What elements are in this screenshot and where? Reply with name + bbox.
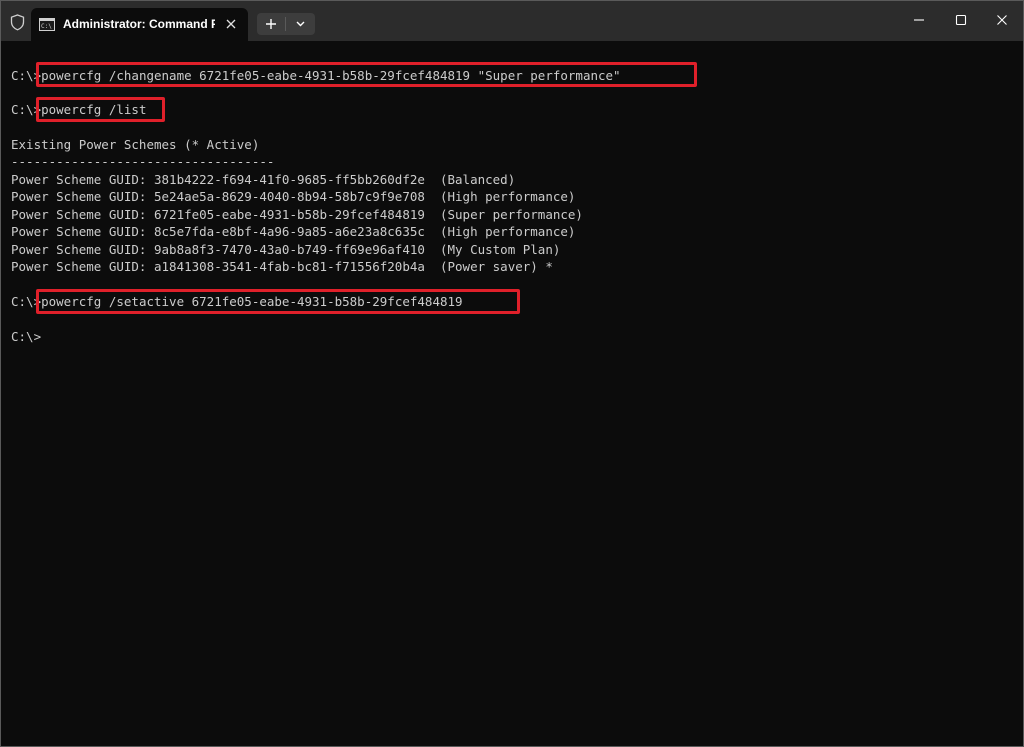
terminal-window: C:\ Administrator: Command Pro C:\>power… [0,0,1024,747]
output-line: Power Scheme GUID: 8c5e7fda-e8bf-4a96-9a… [11,224,576,239]
highlight-box [36,289,520,314]
chevron-down-icon[interactable] [286,13,315,35]
output-separator: ----------------------------------- [11,154,275,169]
minimize-icon [914,19,924,21]
command-prompt-icon: C:\ [39,18,55,31]
plus-icon[interactable] [257,13,285,35]
output-line: Power Scheme GUID: 6721fe05-eabe-4931-b5… [11,207,583,222]
tab-actions [257,13,315,35]
maximize-icon [955,14,967,26]
prompt: C:\> [11,329,42,344]
tab-command-prompt[interactable]: C:\ Administrator: Command Pro [31,8,248,41]
title-bar[interactable]: C:\ Administrator: Command Pro [1,1,1023,41]
output-heading: Existing Power Schemes (* Active) [11,137,260,152]
command-line: C:\> [11,328,41,345]
maximize-button[interactable] [938,1,984,39]
tab-title: Administrator: Command Pro [63,17,215,31]
highlight-box [36,97,165,122]
output-line: Power Scheme GUID: 9ab8a8f3-7470-43a0-b7… [11,242,561,257]
highlight-box [36,62,697,87]
output-line: Power Scheme GUID: a1841308-3541-4fab-bc… [11,259,553,274]
minimize-button-area[interactable] [896,1,942,39]
output-line: Power Scheme GUID: 5e24ae5a-8629-4040-8b… [11,189,576,204]
close-tab-icon[interactable] [223,16,239,32]
shield-icon [10,14,25,31]
output-line: Power Scheme GUID: 381b4222-f694-41f0-96… [11,172,516,187]
svg-text:C:\: C:\ [41,23,52,30]
close-icon [997,15,1007,25]
close-button[interactable] [979,1,1023,39]
